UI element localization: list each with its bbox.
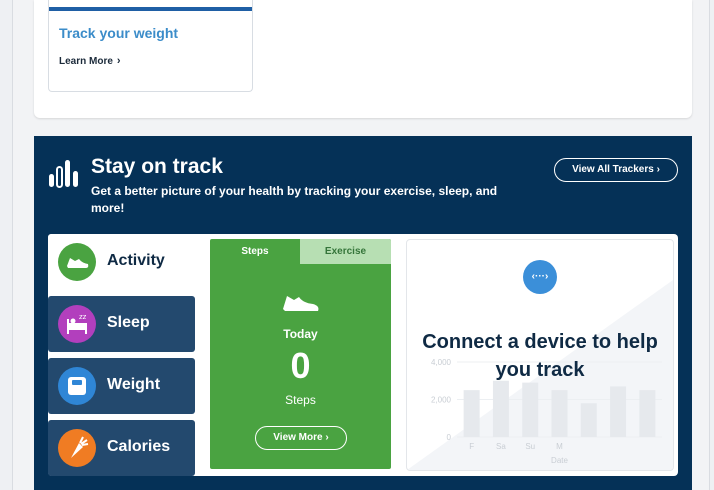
view-more-button[interactable]: View More › xyxy=(255,426,347,450)
y-tick-label: 0 xyxy=(447,433,452,442)
connect-device-message: Connect a device to help you track xyxy=(422,331,658,381)
x-tick-label: M xyxy=(556,442,563,451)
tab-steps[interactable]: Steps xyxy=(210,239,300,264)
chart-bar xyxy=(522,382,539,437)
section-title: Stay on track xyxy=(91,155,223,178)
sidebar-item-weight[interactable]: Weight xyxy=(48,358,195,414)
steps-card: Steps Exercise Today 0 Steps View More › xyxy=(210,239,391,469)
chart-bar xyxy=(463,390,480,437)
sidebar-item-calories[interactable]: Calories xyxy=(48,420,195,476)
chart-bar xyxy=(639,390,656,437)
view-all-trackers-button[interactable]: View All Trackers › xyxy=(554,158,678,182)
scale-icon xyxy=(58,367,96,405)
bar-chart-icon xyxy=(49,160,78,188)
section-subtitle: Get a better picture of your health by t… xyxy=(91,184,498,215)
weight-card-accent-bar xyxy=(49,7,252,11)
tab-exercise[interactable]: Exercise xyxy=(300,239,391,264)
bed-icon: zz xyxy=(58,305,96,343)
chevron-right-icon: › xyxy=(116,55,121,67)
x-tick-label: Su xyxy=(525,442,535,451)
x-tick-label: Sa xyxy=(496,442,506,451)
chart-bar xyxy=(492,380,509,437)
sidebar-item-sleep[interactable]: zz Sleep xyxy=(48,296,195,352)
tracker-box: Activity zz Sleep Weight Calories Steps … xyxy=(48,234,678,476)
carrot-icon xyxy=(58,429,96,467)
learn-more-label: Learn More xyxy=(59,56,113,67)
y-tick-label: 2,000 xyxy=(431,396,452,405)
sidebar-item-label: Sleep xyxy=(107,314,150,331)
weight-card[interactable]: Track your weight Learn More › xyxy=(48,0,253,92)
link-icon: ‹···› xyxy=(523,260,557,294)
today-label: Today xyxy=(283,327,318,341)
svg-text:zz: zz xyxy=(79,313,87,321)
chart-card: 0 2,000 4,000 F Sa Su M Date ‹···› Connect a de… xyxy=(406,239,674,471)
chart-bar xyxy=(551,390,568,437)
sidebar-item-activity[interactable]: Activity xyxy=(48,234,203,290)
x-axis-label: Date xyxy=(551,456,568,465)
stay-on-track-panel: Stay on track Get a better picture of yo… xyxy=(34,136,692,490)
learn-more-link[interactable]: Learn More › xyxy=(59,55,121,67)
weight-card-title: Track your weight xyxy=(59,25,179,41)
sidebar-item-label: Activity xyxy=(107,252,165,269)
chart-bar xyxy=(610,386,627,437)
chart-bar xyxy=(580,403,597,437)
shoe-icon xyxy=(283,296,319,311)
steps-unit-label: Steps xyxy=(285,393,316,407)
shoe-icon xyxy=(58,243,96,281)
x-tick-label: F xyxy=(469,442,474,451)
sidebar-item-label: Weight xyxy=(107,376,161,393)
sidebar-item-label: Calories xyxy=(107,438,171,455)
steps-count: 0 xyxy=(290,345,311,386)
top-panel: Track your weight Learn More › xyxy=(34,0,692,118)
